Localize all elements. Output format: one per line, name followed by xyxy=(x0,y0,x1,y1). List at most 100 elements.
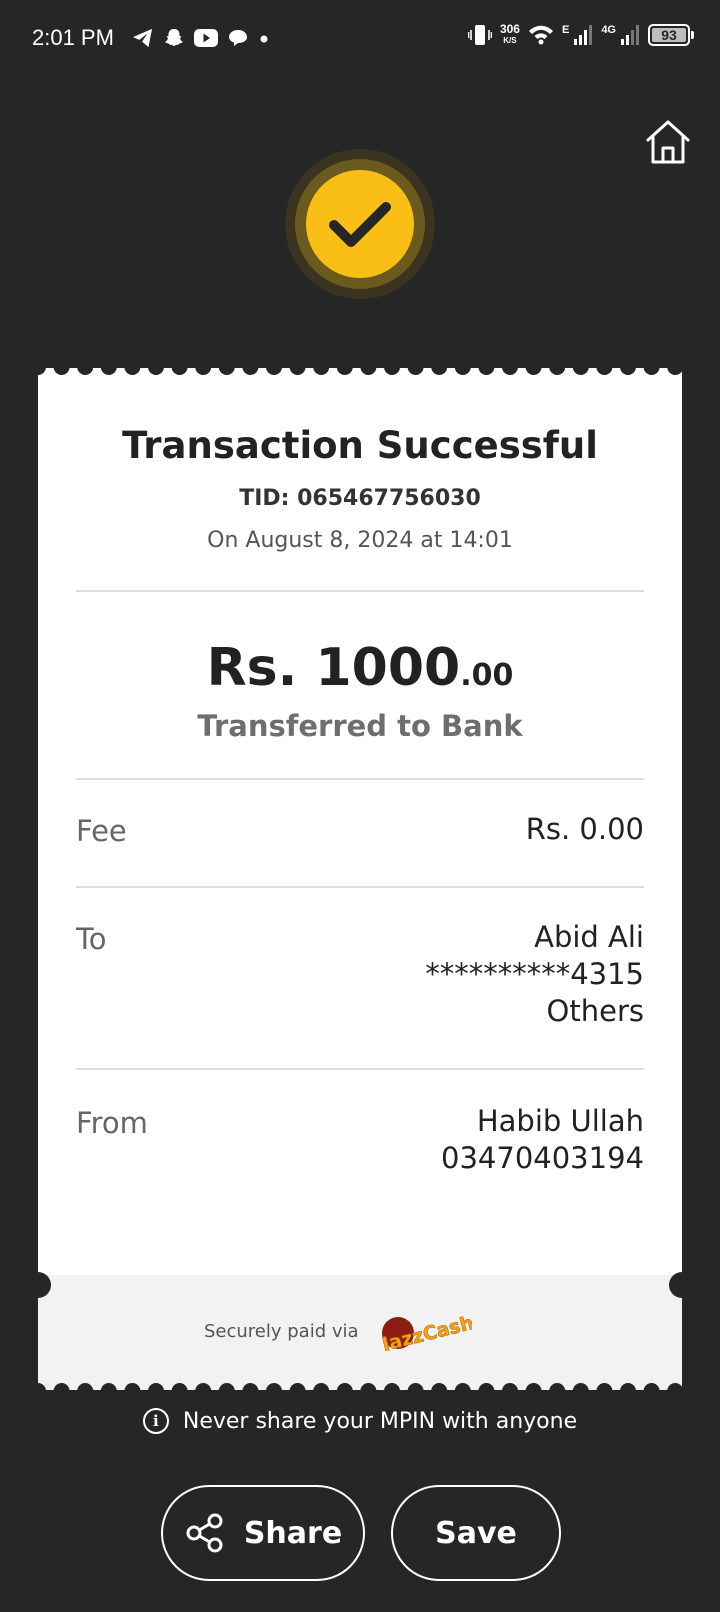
signal-icon-1 xyxy=(574,25,593,45)
scallop-dot xyxy=(454,1383,471,1393)
jazzcash-logo-text: JazzCash xyxy=(378,1312,472,1351)
battery-level: 93 xyxy=(652,28,686,42)
transaction-amount: Rs. 1000.00 xyxy=(38,638,682,698)
from-label: From xyxy=(76,1106,148,1140)
scallop-dot xyxy=(643,1383,660,1393)
scallop-dot xyxy=(407,1383,424,1393)
scallop-dot xyxy=(667,1383,682,1393)
scallop-dot xyxy=(431,1383,448,1393)
status-time: 2:01 PM xyxy=(32,25,114,50)
divider xyxy=(76,590,644,592)
scallop-dot xyxy=(242,1383,259,1393)
divider xyxy=(76,778,644,780)
scallop-dot xyxy=(502,1383,518,1393)
scallop-dot xyxy=(313,365,330,375)
status-app-icons xyxy=(132,28,270,48)
scallop-dot xyxy=(124,365,141,375)
network-speed-value: 306 xyxy=(499,22,520,36)
status-indicators: 306 K/S E 4G 93 xyxy=(467,22,694,46)
to-bank: Others xyxy=(546,994,644,1028)
scallop-dot xyxy=(384,1383,400,1393)
from-name: Habib Ullah xyxy=(476,1104,644,1138)
wifi-icon xyxy=(528,25,553,45)
scallop-dot xyxy=(572,365,589,375)
amount-decimal: .00 xyxy=(460,658,514,693)
transfer-type: Transferred to Bank xyxy=(197,709,523,743)
receipt-card: Transaction Successful TID: 065467756030… xyxy=(25,365,695,1393)
scallop-dot xyxy=(336,365,353,375)
scallop-dot xyxy=(478,1383,495,1393)
scallop-dot xyxy=(549,365,566,375)
scallop-dot xyxy=(360,365,377,375)
status-bar: 2:01 PM 306 K/S E 4G 93 xyxy=(0,0,720,80)
receipt-notch-left xyxy=(25,1272,51,1298)
scallop-dot xyxy=(620,365,636,375)
from-number: 03470403194 xyxy=(441,1141,644,1175)
battery-icon: 93 xyxy=(648,24,694,46)
mpin-warning: i Never share your MPIN with anyone xyxy=(0,1408,720,1434)
scallop-dot xyxy=(596,365,613,375)
receipt-scallop-bottom xyxy=(38,1383,682,1393)
scallop-dot xyxy=(360,1383,377,1393)
network-type-2: 4G xyxy=(601,24,616,36)
dot-icon xyxy=(260,35,268,43)
scallop-dot xyxy=(195,365,212,375)
secure-text: Securely paid via xyxy=(204,1321,359,1342)
scallop-dot xyxy=(525,1383,542,1393)
scallop-dot xyxy=(100,1383,117,1393)
share-button-label: Share xyxy=(243,1515,343,1551)
scallop-dot xyxy=(171,365,188,375)
scallop-dot xyxy=(218,1383,235,1393)
share-icon xyxy=(186,1513,223,1553)
scallop-dot xyxy=(148,1383,164,1393)
fee-label: Fee xyxy=(76,814,127,848)
scallop-dot xyxy=(38,1383,46,1393)
snapchat-icon xyxy=(165,29,183,46)
scallop-dot xyxy=(407,365,424,375)
scallop-dot xyxy=(478,365,495,375)
scallop-dot xyxy=(454,365,471,375)
transaction-date: On August 8, 2024 at 14:01 xyxy=(207,528,513,553)
save-button[interactable]: Save xyxy=(391,1485,561,1581)
receipt-notch-right xyxy=(669,1272,695,1298)
checkmark-icon xyxy=(329,202,391,247)
info-icon: i xyxy=(142,1408,169,1434)
scallop-dot xyxy=(289,365,306,375)
chat-bubble-icon xyxy=(229,30,247,46)
signal-icon-2 xyxy=(621,25,639,45)
scallop-dot xyxy=(572,1383,589,1393)
scallop-dot xyxy=(336,1383,353,1393)
scallop-dot xyxy=(124,1383,141,1393)
scallop-dot xyxy=(384,365,400,375)
home-icon[interactable] xyxy=(644,118,692,166)
scallop-dot xyxy=(313,1383,330,1393)
scallop-dot xyxy=(77,365,94,375)
fee-value: Rs. 0.00 xyxy=(525,812,644,846)
scallop-dot xyxy=(620,1383,636,1393)
to-name: Abid Ali xyxy=(534,920,644,954)
amount-main: Rs. 1000 xyxy=(206,638,461,698)
vibrate-icon xyxy=(467,25,492,45)
network-type-1: E xyxy=(561,24,570,36)
scallop-dot xyxy=(549,1383,566,1393)
scallop-dot xyxy=(242,365,259,375)
scallop-dot xyxy=(667,365,682,375)
save-button-label: Save xyxy=(435,1515,517,1551)
transaction-title: Transaction Successful xyxy=(122,424,598,467)
share-button[interactable]: Share xyxy=(161,1485,365,1581)
mpin-warning-text: Never share your MPIN with anyone xyxy=(182,1408,578,1434)
scallop-dot xyxy=(289,1383,306,1393)
to-account: **********4315 xyxy=(425,957,644,991)
scallop-dot xyxy=(171,1383,188,1393)
success-badge xyxy=(285,149,435,299)
scallop-dot xyxy=(53,1383,70,1393)
scallop-dot xyxy=(148,365,164,375)
scallop-dot xyxy=(596,1383,613,1393)
scallop-dot xyxy=(266,365,282,375)
youtube-icon xyxy=(194,29,218,47)
scallop-dot xyxy=(53,365,70,375)
scallop-dot xyxy=(195,1383,212,1393)
network-speed: 306 K/S xyxy=(499,22,520,46)
telegram-icon xyxy=(133,28,153,48)
secure-payment-strip: Securely paid via JazzCash xyxy=(38,1275,682,1390)
